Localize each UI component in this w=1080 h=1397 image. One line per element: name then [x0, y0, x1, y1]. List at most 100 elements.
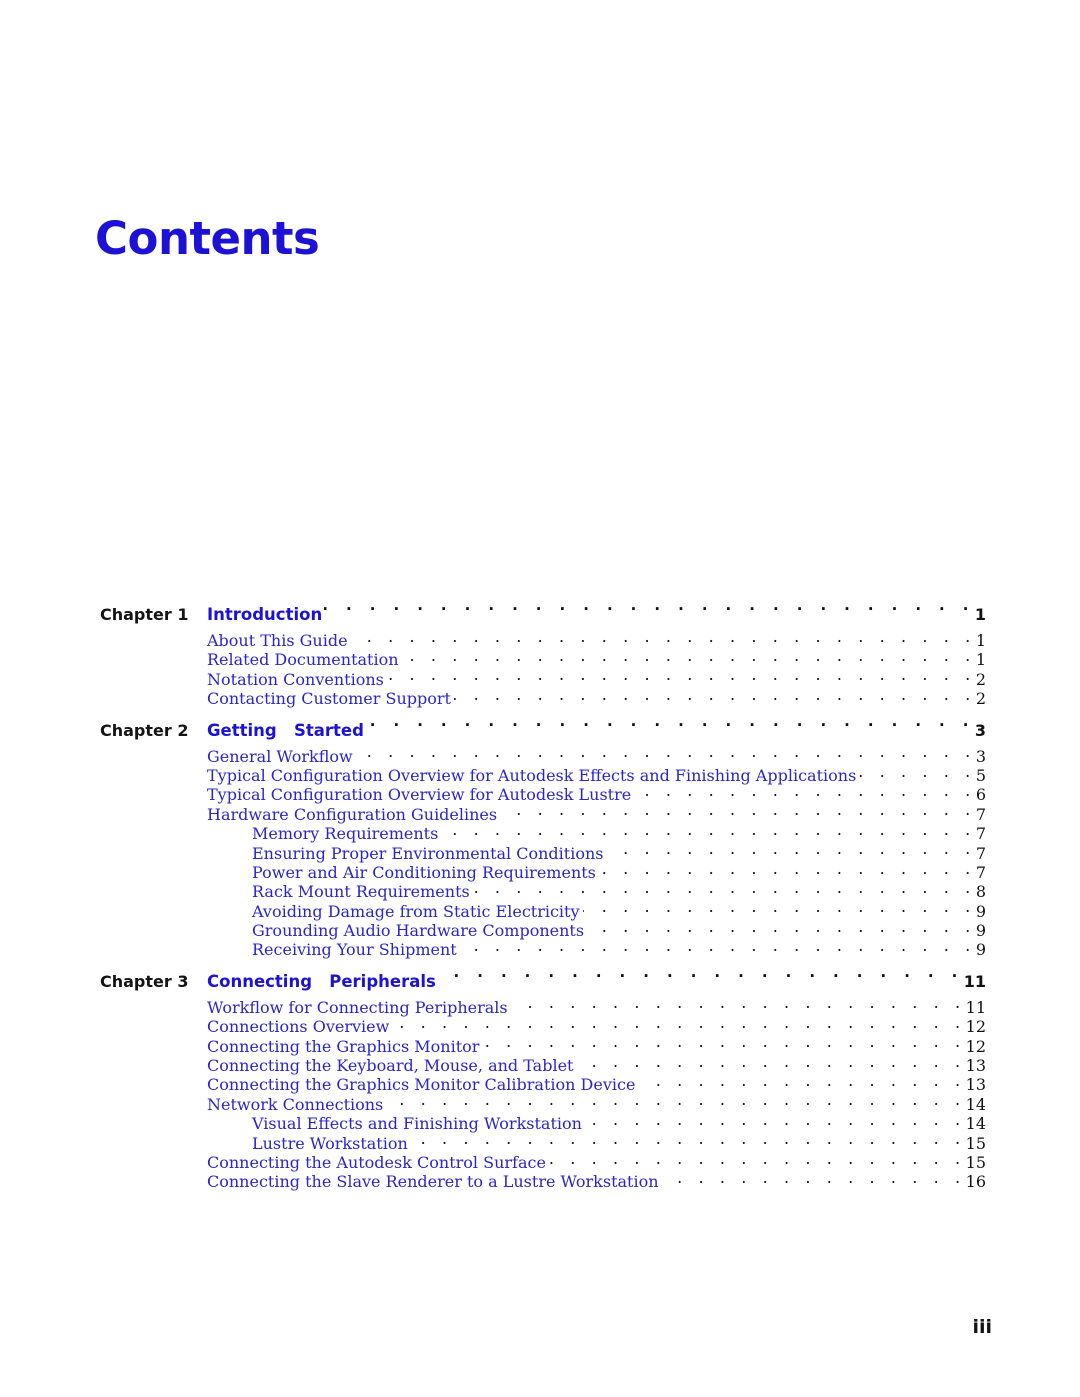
dot-leader: [411, 1133, 966, 1149]
section-page-number: 7: [975, 804, 986, 824]
toc-chapter-group: Chapter 1Introduction1About This Guide1R…: [100, 600, 986, 708]
toc-section-row[interactable]: Connecting the Graphics Monitor Calibrat…: [100, 1074, 986, 1095]
toc-section-row[interactable]: Workflow for Connecting Peripherals 11: [100, 997, 986, 1017]
section-title-link[interactable]: Connections Overview: [207, 1017, 392, 1036]
chapter-label: Chapter 3: [100, 971, 189, 991]
section-title-link[interactable]: Memory Requirements: [252, 824, 441, 843]
section-title-link[interactable]: Avoiding Damage from Static Electricity: [252, 902, 583, 921]
chapter-title-link[interactable]: Connecting Peripherals: [207, 967, 438, 997]
toc-section-row[interactable]: Notation Conventions 2: [100, 669, 986, 689]
toc-section-row[interactable]: Memory Requirements 7: [100, 823, 986, 844]
chapter-title-link[interactable]: Getting Started: [207, 716, 366, 746]
dot-leader: [583, 901, 976, 917]
section-title-link[interactable]: Rack Mount Requirements: [252, 882, 473, 901]
dot-leader: [587, 920, 976, 936]
chapter-title-link[interactable]: Introduction: [207, 600, 324, 630]
section-title-link[interactable]: Connecting the Keyboard, Mouse, and Tabl…: [207, 1056, 576, 1075]
section-title-link[interactable]: Connecting the Graphics Monitor Calibrat…: [207, 1075, 638, 1094]
toc-section-row[interactable]: Visual Effects and Finishing Workstation…: [100, 1113, 986, 1133]
section-page-number: 15: [965, 1133, 986, 1153]
toc-section-row[interactable]: Network Connections 14: [100, 1094, 986, 1114]
section-title-link[interactable]: About This Guide: [207, 631, 351, 650]
toc-chapter-row[interactable]: Chapter 1 Introduction 1: [100, 600, 986, 630]
toc-section-row[interactable]: General Workflow 3: [100, 746, 986, 766]
section-title-link[interactable]: Receiving Your Shipment: [252, 940, 460, 959]
toc-chapter-group: Chapter 3Connecting Peripherals11Workflo…: [100, 967, 986, 1192]
dot-leader: [454, 688, 976, 704]
toc-section-row[interactable]: Connecting the Graphics Monitor 12: [100, 1036, 986, 1056]
section-title-link[interactable]: Related Documentation: [207, 650, 402, 669]
toc-section-row[interactable]: Receiving Your Shipment 9: [100, 939, 986, 960]
section-title-link[interactable]: Connecting the Autodesk Control Surface: [207, 1153, 549, 1172]
toc-section-row[interactable]: Typical Configuration Overview for Autod…: [100, 765, 986, 785]
toc-section-row[interactable]: Lustre Workstation 15: [100, 1133, 986, 1153]
toc-chapter-row[interactable]: Chapter 2 Getting Started 3: [100, 716, 986, 746]
section-title-link[interactable]: Typical Configuration Overview for Autod…: [207, 785, 634, 804]
section-title-link[interactable]: Network Connections: [207, 1095, 386, 1114]
toc-chapter-row[interactable]: Chapter 3 Connecting Peripherals 11: [100, 967, 986, 997]
section-title-link[interactable]: Power and Air Conditioning Requirements: [252, 863, 599, 882]
toc-section-row[interactable]: Hardware Configuration Guidelines 7: [100, 804, 986, 824]
toc-section-row[interactable]: Power and Air Conditioning Requirements 7: [100, 862, 986, 882]
section-title-link[interactable]: General Workflow: [207, 747, 356, 766]
section-title-link[interactable]: Connecting the Slave Renderer to a Lustr…: [207, 1172, 662, 1191]
toc-section-row[interactable]: Connections Overview 12: [100, 1016, 986, 1036]
section-page-number: 13: [965, 1075, 986, 1095]
section-page-number: 8: [975, 882, 986, 902]
toc-section-row[interactable]: Related Documentation 1: [100, 649, 986, 669]
dot-leader: [576, 1055, 965, 1071]
dot-leader: [859, 765, 976, 781]
section-page-number: 9: [975, 901, 986, 921]
section-page-number: 7: [975, 843, 986, 863]
toc-section-row[interactable]: Typical Configuration Overview for Autod…: [100, 784, 986, 805]
dot-leader: [606, 843, 975, 859]
section-page-number: 7: [975, 862, 986, 882]
section-page-number: 14: [965, 1094, 986, 1114]
dot-leader: [386, 1094, 965, 1110]
section-page-number: 16: [965, 1172, 986, 1192]
section-page-number: 3: [975, 746, 986, 766]
section-page-number: 1: [975, 631, 986, 650]
section-title-link[interactable]: Visual Effects and Finishing Workstation: [252, 1114, 585, 1133]
section-title-link[interactable]: Ensuring Proper Environmental Conditions: [252, 844, 606, 863]
toc-section-row[interactable]: Connecting the Keyboard, Mouse, and Tabl…: [100, 1055, 986, 1075]
dot-leader: [366, 720, 975, 736]
section-title-link[interactable]: Lustre Workstation: [252, 1134, 411, 1153]
chapter-page-number: 3: [974, 720, 986, 740]
section-page-number: 9: [975, 940, 986, 960]
chapter-label: Chapter 2: [100, 720, 189, 740]
toc-section-row[interactable]: Contacting Customer Support 2: [100, 688, 986, 709]
chapter-page-number: 1: [974, 605, 986, 624]
section-title-link[interactable]: Notation Conventions: [207, 670, 387, 689]
toc-section-row[interactable]: Grounding Audio Hardware Components 9: [100, 920, 986, 941]
section-title-link[interactable]: Typical Configuration Overview for Autod…: [207, 766, 859, 785]
toc-section-row[interactable]: Avoiding Damage from Static Electricity 9: [100, 901, 986, 921]
dot-leader: [460, 939, 976, 955]
section-page-number: 5: [975, 765, 986, 785]
section-title-link[interactable]: Hardware Configuration Guidelines: [207, 805, 500, 824]
section-page-number: 11: [965, 997, 986, 1017]
toc-section-row[interactable]: Connecting the Autodesk Control Surface 1…: [100, 1152, 986, 1172]
dot-leader: [351, 630, 976, 646]
toc-section-row[interactable]: Connecting the Slave Renderer to a Lustr…: [100, 1171, 986, 1192]
dot-leader: [638, 1074, 965, 1090]
section-page-number: 15: [965, 1152, 986, 1172]
section-page-number: 2: [975, 689, 986, 709]
section-title-link[interactable]: Contacting Customer Support: [207, 689, 454, 708]
section-title-link[interactable]: Grounding Audio Hardware Components: [252, 921, 587, 940]
toc-section-row[interactable]: Rack Mount Requirements 8: [100, 881, 986, 902]
dot-leader: [441, 823, 976, 839]
section-page-number: 12: [965, 1036, 986, 1056]
dot-leader: [356, 746, 976, 762]
dot-leader: [634, 784, 976, 800]
section-page-number: 6: [975, 785, 986, 805]
table-of-contents: Chapter 1Introduction1About This Guide1R…: [100, 600, 986, 1199]
section-title-link[interactable]: Workflow for Connecting Peripherals: [207, 998, 511, 1017]
section-page-number: 7: [975, 824, 986, 844]
chapter-page-number: 11: [963, 971, 986, 991]
toc-section-row[interactable]: Ensuring Proper Environmental Conditions…: [100, 843, 986, 863]
toc-section-row[interactable]: About This Guide 1: [100, 630, 986, 650]
section-page-number: 9: [975, 921, 986, 941]
section-title-link[interactable]: Connecting the Graphics Monitor: [207, 1037, 482, 1056]
dot-leader: [549, 1152, 966, 1168]
